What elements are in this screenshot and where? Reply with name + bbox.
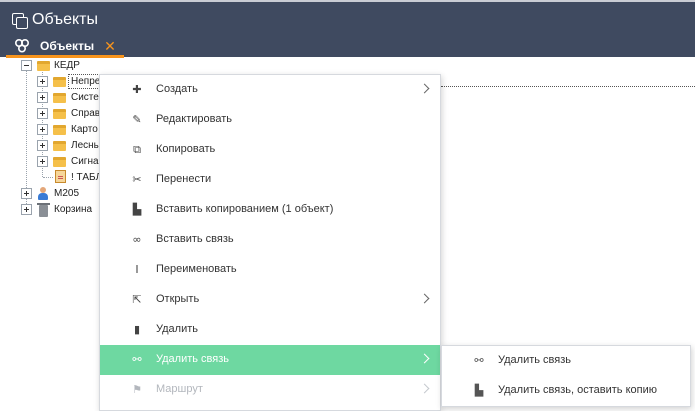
tree-node[interactable]: Лесны <box>71 140 101 152</box>
submenu-item-delete-link-keep-copy[interactable]: ▙ Удалить связь, оставить копию <box>442 376 690 406</box>
menu-item-label: Переименовать <box>156 263 237 275</box>
menu-item-move[interactable]: ✂ Перенести <box>100 165 440 195</box>
folder-icon <box>53 141 66 151</box>
expand-toggle[interactable] <box>37 140 48 151</box>
scissors-icon: ✂ <box>132 173 142 186</box>
route-icon: ⚑ <box>132 383 142 396</box>
objects-icon <box>15 39 29 53</box>
menu-item-delete[interactable]: ▮ Удалить <box>100 315 440 345</box>
menu-item-label: Перенести <box>156 173 212 185</box>
tree-node-m205[interactable]: М205 <box>54 188 79 200</box>
tree-node[interactable]: ! ТАБЛ <box>71 172 102 184</box>
tab-label: Объекты <box>40 39 95 53</box>
expand-toggle[interactable] <box>37 108 48 119</box>
menu-item-label: Создать <box>156 83 198 95</box>
menu-item-rename[interactable]: I Переименовать <box>100 255 440 285</box>
collapse-toggle[interactable] <box>21 60 32 71</box>
chevron-right-icon <box>421 83 429 95</box>
tree-node[interactable]: Непре <box>71 76 100 88</box>
menu-item-open[interactable]: ⇱ Открыть <box>100 285 440 315</box>
menu-item-paste-link[interactable]: ∞ Вставить связь <box>100 225 440 255</box>
context-menu: ✚ Создать ✎ Редактировать ⧉ Копировать ✂… <box>99 74 441 411</box>
submenu-item-label: Удалить связь <box>498 354 572 366</box>
menu-item-label: Копировать <box>156 143 216 155</box>
menu-item-label: Вставить связь <box>156 233 234 245</box>
chevron-right-icon <box>421 293 429 305</box>
menu-item-delete-link[interactable]: ⚯ Удалить связь <box>100 345 440 375</box>
unlink-icon: ⚯ <box>474 354 484 367</box>
menu-item-label: Удалить связь <box>156 353 230 365</box>
expand-toggle[interactable] <box>21 204 32 215</box>
trash-icon <box>37 203 50 217</box>
folder-icon <box>53 125 66 135</box>
expand-toggle[interactable] <box>21 188 32 199</box>
app-window: Объекты Объекты ✕ КЕДР Непре Систе Справ… <box>0 0 695 411</box>
tree-node-trash[interactable]: Корзина <box>54 204 92 216</box>
header-bar: Объекты Объекты ✕ <box>0 0 695 58</box>
folder-icon <box>53 157 66 167</box>
menu-item-label: Маршрут <box>156 383 203 395</box>
window-title: Объекты <box>12 11 98 29</box>
user-icon <box>37 187 49 200</box>
copy-icon: ⧉ <box>133 143 141 156</box>
folder-icon <box>53 109 66 119</box>
document-icon <box>55 170 66 183</box>
submenu-delete-link: ⚯ Удалить связь ▙ Удалить связь, оставит… <box>441 345 691 407</box>
tree-node-kedr[interactable]: КЕДР <box>54 60 80 72</box>
trash-icon: ▮ <box>133 323 141 336</box>
tree-connector <box>43 177 53 178</box>
unlink-icon: ⚯ <box>132 353 142 366</box>
paste-icon: ▙ <box>132 203 142 216</box>
menu-item-label: Вставить копированием (1 объект) <box>156 203 334 215</box>
menu-item-label: Удалить <box>156 323 198 335</box>
expand-toggle[interactable] <box>37 124 48 135</box>
folder-icon <box>53 93 66 103</box>
tab-objects[interactable]: Объекты ✕ <box>8 35 122 57</box>
windows-icon <box>12 13 28 29</box>
submenu-item-delete-link[interactable]: ⚯ Удалить связь <box>442 346 690 376</box>
open-external-icon: ⇱ <box>132 293 142 306</box>
link-icon: ∞ <box>132 233 142 246</box>
plus-icon: ✚ <box>132 83 142 96</box>
expand-toggle[interactable] <box>37 76 48 87</box>
page-title: Объекты <box>32 11 98 28</box>
folder-icon <box>37 61 50 71</box>
folder-icon <box>53 77 66 87</box>
tree-node[interactable]: Сигна <box>71 156 99 168</box>
menu-item-copy[interactable]: ⧉ Копировать <box>100 135 440 165</box>
close-icon[interactable]: ✕ <box>104 39 116 53</box>
tree-node[interactable]: Карто <box>71 124 98 136</box>
menu-item-label: Открыть <box>156 293 200 305</box>
text-cursor-icon: I <box>135 263 139 276</box>
submenu-item-label: Удалить связь, оставить копию <box>498 384 657 396</box>
paste-icon: ▙ <box>474 384 484 397</box>
tree-node[interactable]: Систе <box>71 92 99 104</box>
chevron-right-icon <box>421 353 429 365</box>
tree-node[interactable]: Справ <box>71 108 100 120</box>
expand-toggle[interactable] <box>37 156 48 167</box>
menu-item-paste-copy[interactable]: ▙ Вставить копированием (1 объект) <box>100 195 440 225</box>
menu-item-edit[interactable]: ✎ Редактировать <box>100 105 440 135</box>
menu-item-create[interactable]: ✚ Создать <box>100 75 440 105</box>
edit-icon: ✎ <box>132 113 142 126</box>
chevron-right-icon <box>421 383 429 395</box>
drag-indicator-line <box>441 86 695 87</box>
expand-toggle[interactable] <box>37 92 48 103</box>
menu-item-route: ⚑ Маршрут <box>100 375 440 405</box>
menu-item-label: Редактировать <box>156 113 232 125</box>
